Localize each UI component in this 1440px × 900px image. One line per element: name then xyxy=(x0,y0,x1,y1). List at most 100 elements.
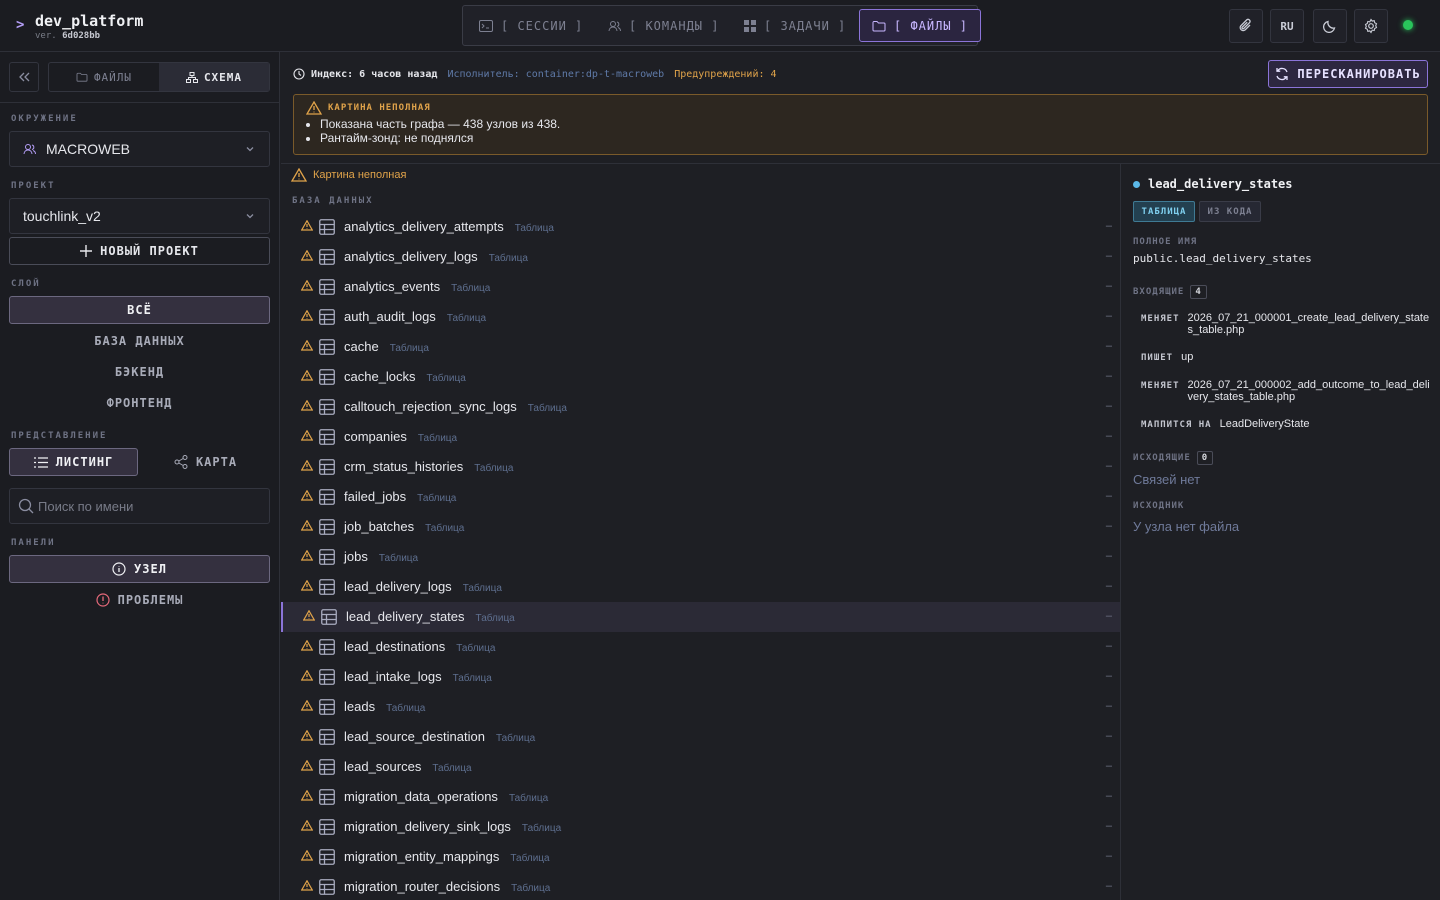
row-expand-toggle[interactable]: – xyxy=(1106,820,1112,832)
incomplete-warning-banner: КАРТИНА НЕПОЛНАЯ Показана часть графа — … xyxy=(293,94,1428,155)
row-expand-toggle[interactable]: – xyxy=(1106,490,1112,502)
table-icon xyxy=(319,669,335,685)
table-row[interactable]: cache_locks Таблица – xyxy=(281,362,1120,392)
language-button[interactable]: RU xyxy=(1270,9,1304,43)
row-expand-toggle[interactable]: – xyxy=(1106,610,1112,622)
row-expand-toggle[interactable]: – xyxy=(1106,760,1112,772)
tab-teams[interactable]: [ КОМАНДЫ ] xyxy=(608,9,719,42)
theme-toggle-button[interactable] xyxy=(1313,9,1347,43)
row-label: companies Таблица xyxy=(344,429,457,444)
table-row[interactable]: failed_jobs Таблица – xyxy=(281,482,1120,512)
tab-files[interactable]: [ ФАЙЛЫ ] xyxy=(859,9,982,42)
new-project-button[interactable]: НОВЫЙ ПРОЕКТ xyxy=(9,237,270,265)
table-row[interactable]: analytics_delivery_logs Таблица – xyxy=(281,242,1120,272)
table-row[interactable]: leads Таблица – xyxy=(281,692,1120,722)
rescan-button[interactable]: ПЕРЕСКАНИРОВАТЬ xyxy=(1268,60,1428,88)
row-expand-toggle[interactable]: – xyxy=(1106,430,1112,442)
table-row[interactable]: lead_destinations Таблица – xyxy=(281,632,1120,662)
table-row[interactable]: job_batches Таблица – xyxy=(281,512,1120,542)
row-expand-toggle[interactable]: – xyxy=(1106,580,1112,592)
row-expand-toggle[interactable]: – xyxy=(1106,370,1112,382)
row-name: migration_data_operations xyxy=(344,789,498,804)
incoming-relation[interactable]: МАППИТСЯ НА LeadDeliveryState xyxy=(1141,418,1431,430)
table-row[interactable]: analytics_delivery_attempts Таблица – xyxy=(281,212,1120,242)
warnings-count: Предупреждений: 4 xyxy=(674,68,777,80)
row-expand-toggle[interactable]: – xyxy=(1106,460,1112,472)
table-row[interactable]: lead_delivery_states Таблица – xyxy=(281,602,1120,632)
table-row[interactable]: jobs Таблица – xyxy=(281,542,1120,572)
row-expand-toggle[interactable]: – xyxy=(1106,790,1112,802)
row-name: jobs xyxy=(344,549,368,564)
row-expand-toggle[interactable]: – xyxy=(1106,850,1112,862)
row-kind: Таблица xyxy=(508,793,549,804)
table-row[interactable]: crm_status_histories Таблица – xyxy=(281,452,1120,482)
row-expand-toggle[interactable]: – xyxy=(1106,520,1112,532)
mode-tab-schema[interactable]: СХЕМА xyxy=(159,63,269,91)
table-row[interactable]: cache Таблица – xyxy=(281,332,1120,362)
tab-sessions[interactable]: [ СЕССИИ ] xyxy=(479,9,583,42)
row-name: analytics_events xyxy=(344,279,441,294)
list-icon xyxy=(33,456,48,468)
row-expand-toggle[interactable]: – xyxy=(1106,670,1112,682)
incoming-relation[interactable]: МЕНЯЕТ 2026_07_21_000002_add_outcome_to_… xyxy=(1141,379,1431,403)
table-row[interactable]: migration_entity_mappings Таблица – xyxy=(281,842,1120,872)
outgoing-label: ИСХОДЯЩИЕ 0 xyxy=(1133,451,1214,465)
table-row[interactable]: migration_router_decisions Таблица – xyxy=(281,872,1120,900)
relation-verb: МЕНЯЕТ xyxy=(1141,314,1180,324)
mode-tab-files[interactable]: ФАЙЛЫ xyxy=(49,63,159,91)
panel-problems-button[interactable]: ПРОБЛЕМЫ xyxy=(9,586,270,614)
row-expand-toggle[interactable]: – xyxy=(1106,880,1112,892)
table-row[interactable]: lead_intake_logs Таблица – xyxy=(281,662,1120,692)
chevron-down-icon xyxy=(245,212,255,220)
environment-select[interactable]: MACROWEB xyxy=(9,131,270,167)
row-expand-toggle[interactable]: – xyxy=(1106,400,1112,412)
row-expand-toggle[interactable]: – xyxy=(1106,280,1112,292)
incoming-relation[interactable]: ПИШЕТ up xyxy=(1141,351,1431,363)
warning-icon xyxy=(301,310,313,321)
panel-node-button[interactable]: УЗЕЛ xyxy=(9,555,270,583)
row-expand-toggle[interactable]: – xyxy=(1106,730,1112,742)
table-icon xyxy=(319,429,335,445)
table-icon xyxy=(319,279,335,295)
table-row[interactable]: companies Таблица – xyxy=(281,422,1120,452)
row-label: leads Таблица xyxy=(344,699,425,714)
warning-icon xyxy=(301,220,313,231)
table-icon xyxy=(319,249,335,265)
collapse-sidebar-button[interactable] xyxy=(9,62,39,92)
layer-all-button[interactable]: ВСЁ xyxy=(9,296,270,324)
search-input[interactable] xyxy=(38,498,258,514)
grid-icon xyxy=(744,19,756,32)
warning-icon xyxy=(301,430,313,441)
table-row[interactable]: calltouch_rejection_sync_logs Таблица – xyxy=(281,392,1120,422)
row-expand-toggle[interactable]: – xyxy=(1106,640,1112,652)
layer-backend-button[interactable]: БЭКЕНД xyxy=(9,358,270,386)
row-label: lead_sources Таблица xyxy=(344,759,472,774)
table-row[interactable]: lead_sources Таблица – xyxy=(281,752,1120,782)
incoming-relation[interactable]: МЕНЯЕТ 2026_07_21_000001_create_lead_del… xyxy=(1141,312,1431,336)
project-select[interactable]: touchlink_v2 xyxy=(9,198,270,234)
tab-tasks[interactable]: [ ЗАДАЧИ ] xyxy=(744,9,846,42)
view-list-label: ЛИСТИНГ xyxy=(55,455,114,469)
row-expand-toggle[interactable]: – xyxy=(1106,220,1112,232)
row-kind: Таблица xyxy=(425,523,465,534)
row-expand-toggle[interactable]: – xyxy=(1106,310,1112,322)
layer-frontend-button[interactable]: ФРОНТЕНД xyxy=(9,389,270,417)
banner-item: Показана часть графа — 438 узлов из 438. xyxy=(320,117,1415,131)
table-row[interactable]: lead_delivery_logs Таблица – xyxy=(281,572,1120,602)
table-row[interactable]: migration_data_operations Таблица – xyxy=(281,782,1120,812)
table-row[interactable]: lead_source_destination Таблица – xyxy=(281,722,1120,752)
view-map-button[interactable]: КАРТА xyxy=(141,448,270,476)
row-expand-toggle[interactable]: – xyxy=(1106,700,1112,712)
table-row[interactable]: analytics_events Таблица – xyxy=(281,272,1120,302)
layer-database-button[interactable]: БАЗА ДАННЫХ xyxy=(9,327,270,355)
row-expand-toggle[interactable]: – xyxy=(1106,550,1112,562)
view-list-button[interactable]: ЛИСТИНГ xyxy=(9,448,138,476)
row-expand-toggle[interactable]: – xyxy=(1106,340,1112,352)
table-row[interactable]: auth_audit_logs Таблица – xyxy=(281,302,1120,332)
row-expand-toggle[interactable]: – xyxy=(1106,250,1112,262)
table-row[interactable]: migration_delivery_sink_logs Таблица – xyxy=(281,812,1120,842)
settings-button[interactable] xyxy=(1354,9,1388,43)
list-warning: Картина неполная xyxy=(291,168,406,182)
row-label: calltouch_rejection_sync_logs Таблица xyxy=(344,399,567,414)
attach-button[interactable] xyxy=(1229,9,1263,43)
